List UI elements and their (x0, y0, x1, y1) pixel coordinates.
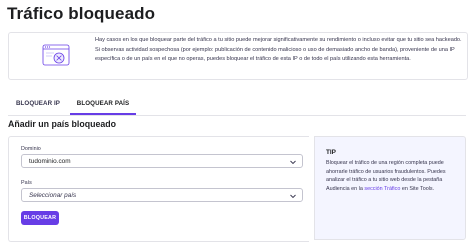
tip-text: Bloquear el tráfico de una región comple… (326, 159, 458, 193)
country-label: País (21, 180, 32, 186)
block-country-form: Dominio tudominio.com País Seleccionar p… (8, 136, 309, 242)
country-select[interactable]: Seleccionar país (21, 188, 303, 202)
tip-text-part: en Site Tools. (400, 185, 435, 192)
domain-label: Dominio (21, 146, 41, 152)
block-button[interactable]: BLOQUEAR (21, 211, 59, 225)
tab-block-country[interactable]: BLOQUEAR PAÍS (70, 93, 136, 115)
info-card: Hay casos en los que bloquear parte del … (8, 32, 468, 80)
info-description: Hay casos en los que bloquear parte del … (95, 37, 462, 63)
tip-title: TIP (326, 149, 336, 156)
domain-select[interactable]: tudominio.com (21, 154, 303, 168)
traffic-section-link[interactable]: sección Tráfico (364, 186, 400, 192)
chevron-down-icon (290, 160, 296, 165)
tab-block-ip[interactable]: BLOQUEAR IP (8, 93, 68, 114)
chevron-down-icon (290, 194, 296, 199)
country-placeholder: Seleccionar país (29, 192, 77, 199)
blocked-traffic-page: Tráfico bloqueado Hay casos en los que b… (0, 0, 474, 246)
tip-card: TIP Bloquear el tráfico de una región co… (314, 136, 466, 240)
section-title: Añadir un país bloqueado (8, 119, 117, 129)
blocked-window-icon (42, 44, 70, 66)
domain-value: tudominio.com (29, 158, 71, 165)
tab-bar: BLOQUEAR IP BLOQUEAR PAÍS (8, 93, 466, 116)
page-title: Tráfico bloqueado (7, 4, 156, 23)
